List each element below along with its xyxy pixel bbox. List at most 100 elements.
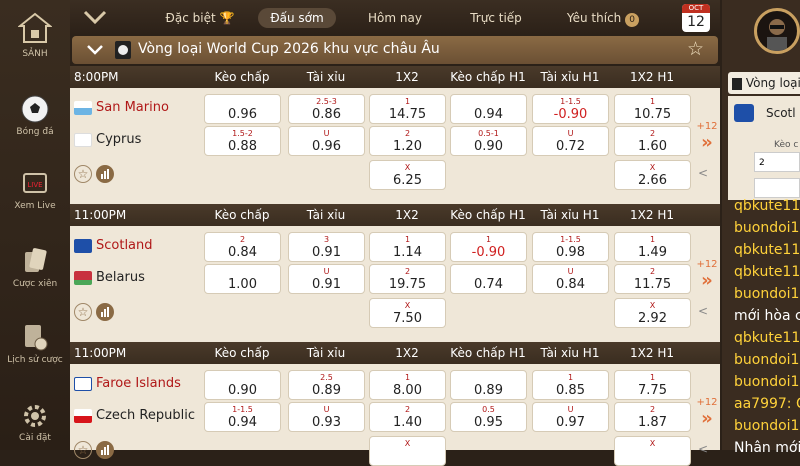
share-icon[interactable]: < [698,166,708,180]
odds-line: 2 [404,267,411,276]
live-tv-icon: LIVE [23,173,47,193]
odds-button-draw[interactable]: X 6.25 [369,160,446,190]
chevron-down-icon[interactable] [82,9,108,25]
column-header: Kèo chấp [214,70,270,84]
flag-icon [74,408,92,423]
sidebar-item-parlay[interactable]: Cược xiên [0,246,70,289]
tab-favorites[interactable]: Yêu thích 0 [558,8,648,28]
odds-line: U [323,405,330,414]
stats-icon[interactable] [96,165,114,183]
column-header: 1X2 H1 [630,208,674,222]
odds-button[interactable]: U 0.72 [532,126,609,156]
more-markets-button[interactable]: +12» [696,397,718,429]
odds-value: 0.89 [312,383,341,398]
odds-button[interactable]: 1 1.14 [369,232,446,262]
share-icon[interactable]: < [698,442,708,456]
odds-button[interactable]: 0.5 0.95 [450,402,527,432]
odds-button[interactable]: 0.90 [204,370,281,400]
odds-button[interactable]: 1 8.00 [369,370,446,400]
calendar-button[interactable]: OCT 12 [682,4,710,32]
odds-button[interactable]: 2 11.75 [614,264,691,294]
tab-today[interactable]: Hôm nay [360,8,430,28]
tab-label: Đặc biệt [165,11,216,25]
odds-button[interactable]: 1 10.75 [614,94,691,124]
chat-league-header: Vòng loại [728,72,800,94]
tab-live[interactable]: Trực tiếp [458,8,534,28]
odds-button[interactable]: U 0.84 [532,264,609,294]
odds-button[interactable]: 2.5 0.89 [288,370,365,400]
more-markets-button[interactable]: +12» [696,121,718,153]
odds-button[interactable]: U 0.97 [532,402,609,432]
more-markets-button[interactable]: +12» [696,259,718,291]
star-icon[interactable]: ☆ [74,441,92,459]
odds-button[interactable]: 0.5-1 0.90 [450,126,527,156]
odds-button[interactable]: 0.96 [204,94,281,124]
odds-value: 10.75 [633,107,672,122]
odds-button[interactable]: 2 1.40 [369,402,446,432]
league-bar[interactable]: Vòng loại World Cup 2026 khu vực châu Âu… [72,36,718,64]
odds-button[interactable]: 0.94 [450,94,527,124]
tab-special[interactable]: Đặc biệt 🏆 [160,8,240,28]
chat-message: buondoi1 [734,352,800,368]
stats-icon[interactable] [96,441,114,459]
flag-icon [74,132,92,147]
sidebar-item-lobby[interactable]: SẢNH [0,12,70,59]
odds-button-draw[interactable]: X [369,436,446,466]
odds-button[interactable]: 1-1.5 0.94 [204,402,281,432]
odds-button-draw-h1[interactable]: X 2.66 [614,160,691,190]
odds-button[interactable]: 2 19.75 [369,264,446,294]
odds-line: 1.5-2 [232,129,253,138]
sidebar-item-history[interactable]: Lịch sử cược [0,322,70,365]
odds-button[interactable]: U 0.93 [288,402,365,432]
history-icon [25,325,48,351]
odds-line: 1 [404,235,411,244]
odds-line: U [567,405,574,414]
odds-button[interactable]: 0.74 [450,264,527,294]
odds-button[interactable]: 1-1.5 0.98 [532,232,609,262]
sidebar-item-settings[interactable]: Cài đặt [0,402,70,443]
odds-value: 19.75 [388,277,427,292]
share-icon[interactable]: < [698,304,708,318]
odds-button[interactable]: 3 0.91 [288,232,365,262]
sidebar-item-football[interactable]: Bóng đá [0,94,70,137]
odds-button[interactable]: 1.00 [204,264,281,294]
chevron-down-icon[interactable] [86,44,104,56]
sidebar-item-live[interactable]: LIVE Xem Live [0,170,70,211]
star-icon[interactable]: ☆ [74,303,92,321]
odds-line: X [404,439,411,448]
stats-icon[interactable] [96,303,114,321]
odds-button[interactable]: 1-1.5 -0.90 [532,94,609,124]
odds-button-draw-h1[interactable]: X [614,436,691,466]
odds-button[interactable]: 1 -0.90 [450,232,527,262]
odds-line [205,371,280,383]
column-header: 1X2 [395,70,419,84]
column-header: Tài xỉu H1 [540,346,600,360]
odds-button[interactable]: U 0.96 [288,126,365,156]
tab-early[interactable]: Đấu sớm [258,8,336,28]
odds-button-draw-h1[interactable]: X 2.92 [614,298,691,328]
odds-button[interactable]: U 0.91 [288,264,365,294]
chat-bet-field[interactable] [754,178,800,198]
odds-button[interactable]: 1 7.75 [614,370,691,400]
odds-button[interactable]: 1 0.85 [532,370,609,400]
odds-button[interactable]: 2 0.84 [204,232,281,262]
odds-button-draw[interactable]: X 7.50 [369,298,446,328]
chat-message: buondoi1 [734,374,800,390]
odds-button[interactable]: 1.5-2 0.88 [204,126,281,156]
star-icon[interactable]: ☆ [687,38,704,60]
user-avatar[interactable] [754,8,800,54]
flag-icon [74,376,92,391]
star-icon[interactable]: ☆ [74,165,92,183]
match-header: 11:00PM Kèo chấp Tài xỉu 1X2 Kèo chấp H1 Tài … [70,204,720,226]
column-header: 1X2 [395,346,419,360]
chat-bet-input[interactable]: 2 [754,152,800,172]
odds-button[interactable]: 2 1.87 [614,402,691,432]
chat-message: aa7997: C [734,396,800,412]
odds-button[interactable]: 0.89 [450,370,527,400]
odds-button[interactable]: 1 1.49 [614,232,691,262]
odds-button[interactable]: 2 1.60 [614,126,691,156]
odds-button[interactable]: 2.5-3 0.86 [288,94,365,124]
odds-button[interactable]: 1 14.75 [369,94,446,124]
odds-button[interactable]: 2 1.20 [369,126,446,156]
odds-line: 1 [485,235,492,244]
